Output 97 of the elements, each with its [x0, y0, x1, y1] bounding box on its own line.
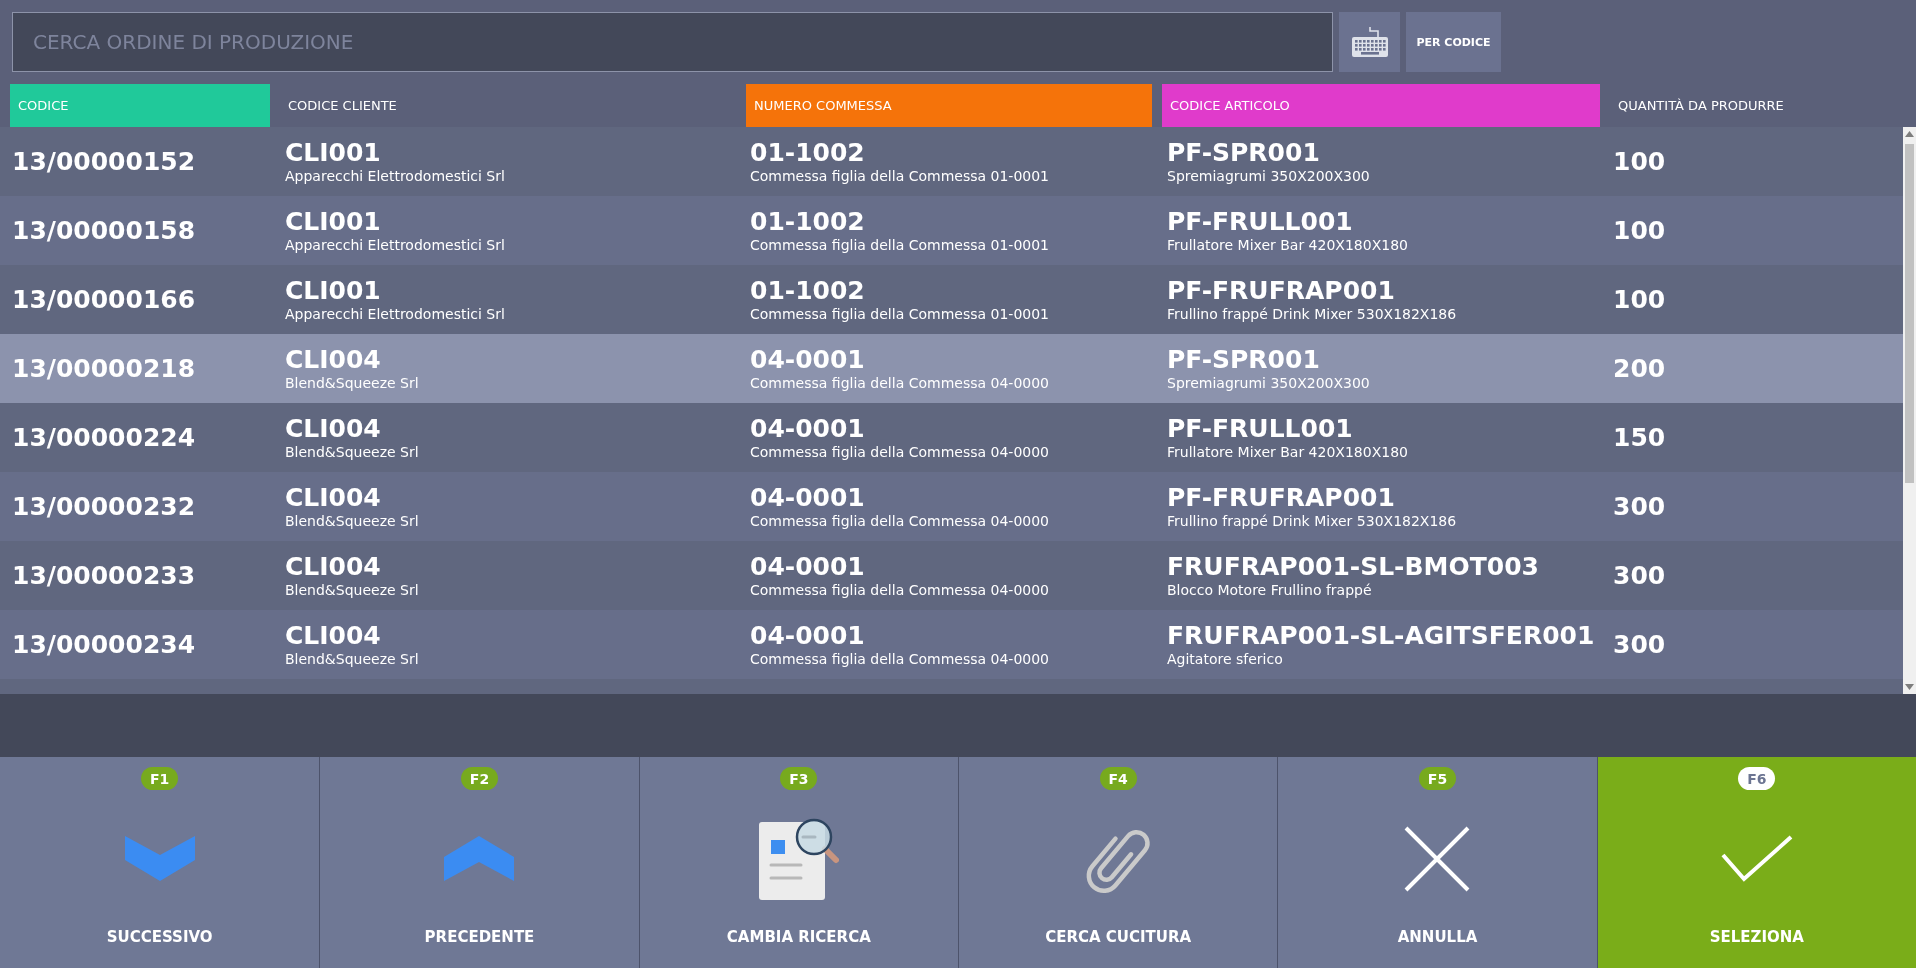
article-code: PF-FRULL001: [1167, 207, 1353, 236]
quantity: 300: [1613, 561, 1666, 590]
order-code: 13/00000158: [12, 216, 196, 245]
article-code: FRUFRAP001-SL-AGITSFER001: [1167, 621, 1595, 650]
customer-code: CLI001: [285, 207, 381, 236]
search-stitching-button[interactable]: F4 CERCA CUCITURA: [958, 757, 1278, 968]
job-number: 01-1002: [750, 276, 865, 305]
customer-name: Blend&Squeeze Srl: [285, 650, 419, 668]
job-description: Commessa figlia della Commessa 01-0001: [750, 305, 1049, 323]
customer-name: Blend&Squeeze Srl: [285, 512, 419, 530]
order-code: 13/00000224: [12, 423, 196, 452]
customer-code: CLI004: [285, 483, 381, 512]
scrollbar-thumb[interactable]: [1905, 144, 1914, 483]
article-description: Frullatore Mixer Bar 420X180X180: [1167, 443, 1408, 461]
quantity: 100: [1613, 285, 1666, 314]
customer-name: Blend&Squeeze Srl: [285, 581, 419, 599]
shortcut-badge: F4: [1099, 767, 1137, 790]
column-header[interactable]: QUANTITÀ DA PRODURRE: [1618, 98, 1784, 113]
customer-code: CLI004: [285, 621, 381, 650]
customer-name: Apparecchi Elettrodomestici Srl: [285, 167, 505, 185]
check-icon: [1720, 834, 1793, 883]
quantity: 100: [1613, 147, 1666, 176]
article-description: Frullino frappé Drink Mixer 530X182X186: [1167, 305, 1457, 323]
customer-name: Blend&Squeeze Srl: [285, 443, 419, 461]
shortcut-badge: F3: [780, 767, 818, 790]
article-code: PF-SPR001: [1167, 345, 1320, 374]
customer-code: CLI001: [285, 138, 381, 167]
job-number: 04-0001: [750, 345, 865, 374]
article-description: Spremiagrumi 350X200X300: [1167, 167, 1370, 185]
table-row[interactable]: 13/00000158 CLI001 Apparecchi Elettrodomestici Srl 01-1002 Commessa figlia della Commessa 01-0001 PF-FRULL001 Frullatore Mixer Bar 420X180X180 100: [0, 196, 1903, 265]
job-number: 04-0001: [750, 483, 865, 512]
article-description: Spremiagrumi 350X200X300: [1167, 374, 1370, 392]
article-code: PF-FRUFRAP001: [1167, 483, 1395, 512]
job-description: Commessa figlia della Commessa 04-0000: [750, 581, 1049, 599]
previous-button[interactable]: F2 PRECEDENTE: [319, 757, 639, 968]
order-code: 13/00000234: [12, 630, 196, 659]
article-description: Blocco Motore Frullino frappé: [1167, 581, 1372, 599]
article-description: Frullatore Mixer Bar 420X180X180: [1167, 236, 1408, 254]
close-icon: [1404, 825, 1471, 892]
column-header[interactable]: CODICE ARTICOLO: [1162, 84, 1600, 127]
document-search-icon: [758, 817, 839, 900]
job-number: 01-1002: [750, 207, 865, 236]
order-code: 13/00000233: [12, 561, 196, 590]
article-code: PF-FRULL001: [1167, 414, 1353, 443]
shortcut-badge: F6: [1738, 767, 1776, 790]
article-code: PF-FRUFRAP001: [1167, 276, 1395, 305]
customer-name: Apparecchi Elettrodomestici Srl: [285, 305, 505, 323]
search-mode-button[interactable]: PER CODICE: [1406, 12, 1501, 72]
job-description: Commessa figlia della Commessa 04-0000: [750, 443, 1049, 461]
shortcut-badge: F1: [141, 767, 179, 790]
order-code: 13/00000166: [12, 285, 196, 314]
keyboard-icon: [1351, 27, 1388, 57]
quantity: 100: [1613, 216, 1666, 245]
scroll-up-icon[interactable]: [1905, 131, 1914, 137]
search-field[interactable]: CERCA ORDINE DI PRODUZIONE: [12, 12, 1333, 72]
customer-code: CLI004: [285, 552, 381, 581]
job-description: Commessa figlia della Commessa 04-0000: [750, 374, 1049, 392]
table-row[interactable]: 13/00000234 CLI004 Blend&Squeeze Srl 04-0001 Commessa figlia della Commessa 04-0000 FRUFRAP001-SL-AGITSFER001 Agitatore sferico 300: [0, 610, 1903, 679]
customer-code: CLI004: [285, 345, 381, 374]
shortcut-badge: F5: [1419, 767, 1456, 790]
scroll-down-icon[interactable]: [1905, 684, 1914, 690]
job-description: Commessa figlia della Commessa 04-0000: [750, 512, 1049, 530]
customer-code: CLI001: [285, 276, 381, 305]
shortcut-badge: F2: [461, 767, 498, 790]
article-description: Agitatore sferico: [1167, 650, 1283, 668]
job-description: Commessa figlia della Commessa 01-0001: [750, 236, 1049, 254]
job-description: Commessa figlia della Commessa 04-0000: [750, 650, 1049, 668]
job-number: 04-0001: [750, 414, 865, 443]
change-search-button[interactable]: F3 CAMBIA RICERCA: [638, 757, 958, 968]
chevron-down-icon: [124, 836, 195, 881]
quantity: 300: [1613, 492, 1666, 521]
table-row[interactable]: 13/00000218 CLI004 Blend&Squeeze Srl 04-0001 Commessa figlia della Commessa 04-0000 PF-SPR001 Spremiagrumi 350X200X300 200: [0, 334, 1903, 403]
article-code: FRUFRAP001-SL-BMOT003: [1167, 552, 1539, 581]
article-code: PF-SPR001: [1167, 138, 1320, 167]
cancel-button[interactable]: F5 ANNULLA: [1277, 757, 1597, 968]
table-row[interactable]: 13/00000232 CLI004 Blend&Squeeze Srl 04-0001 Commessa figlia della Commessa 04-0000 PF-FRUFRAP001 Frullino frappé Drink Mixer 530X182X186 300: [0, 472, 1903, 541]
job-description: Commessa figlia della Commessa 01-0001: [750, 167, 1049, 185]
job-number: 04-0001: [750, 621, 865, 650]
quantity: 150: [1613, 423, 1666, 452]
quantity: 300: [1613, 630, 1666, 659]
order-code: 13/00000152: [12, 147, 196, 176]
article-description: Frullino frappé Drink Mixer 530X182X186: [1167, 512, 1457, 530]
customer-name: Apparecchi Elettrodomestici Srl: [285, 236, 505, 254]
column-header[interactable]: CODICE CLIENTE: [288, 98, 397, 113]
customer-code: CLI004: [285, 414, 381, 443]
order-code: 13/00000218: [12, 354, 196, 383]
column-header[interactable]: NUMERO COMMESSA: [746, 84, 1152, 127]
job-number: 04-0001: [750, 552, 865, 581]
next-button[interactable]: F1 SUCCESSIVO: [0, 757, 320, 968]
select-button[interactable]: F6 SELEZIONA: [1596, 757, 1916, 968]
order-code: 13/00000232: [12, 492, 196, 521]
job-number: 01-1002: [750, 138, 865, 167]
chevron-up-icon: [444, 836, 515, 881]
scrollbar[interactable]: [1903, 127, 1916, 694]
quantity: 200: [1613, 354, 1666, 383]
keyboard-button[interactable]: [1339, 12, 1400, 72]
customer-name: Blend&Squeeze Srl: [285, 374, 419, 392]
